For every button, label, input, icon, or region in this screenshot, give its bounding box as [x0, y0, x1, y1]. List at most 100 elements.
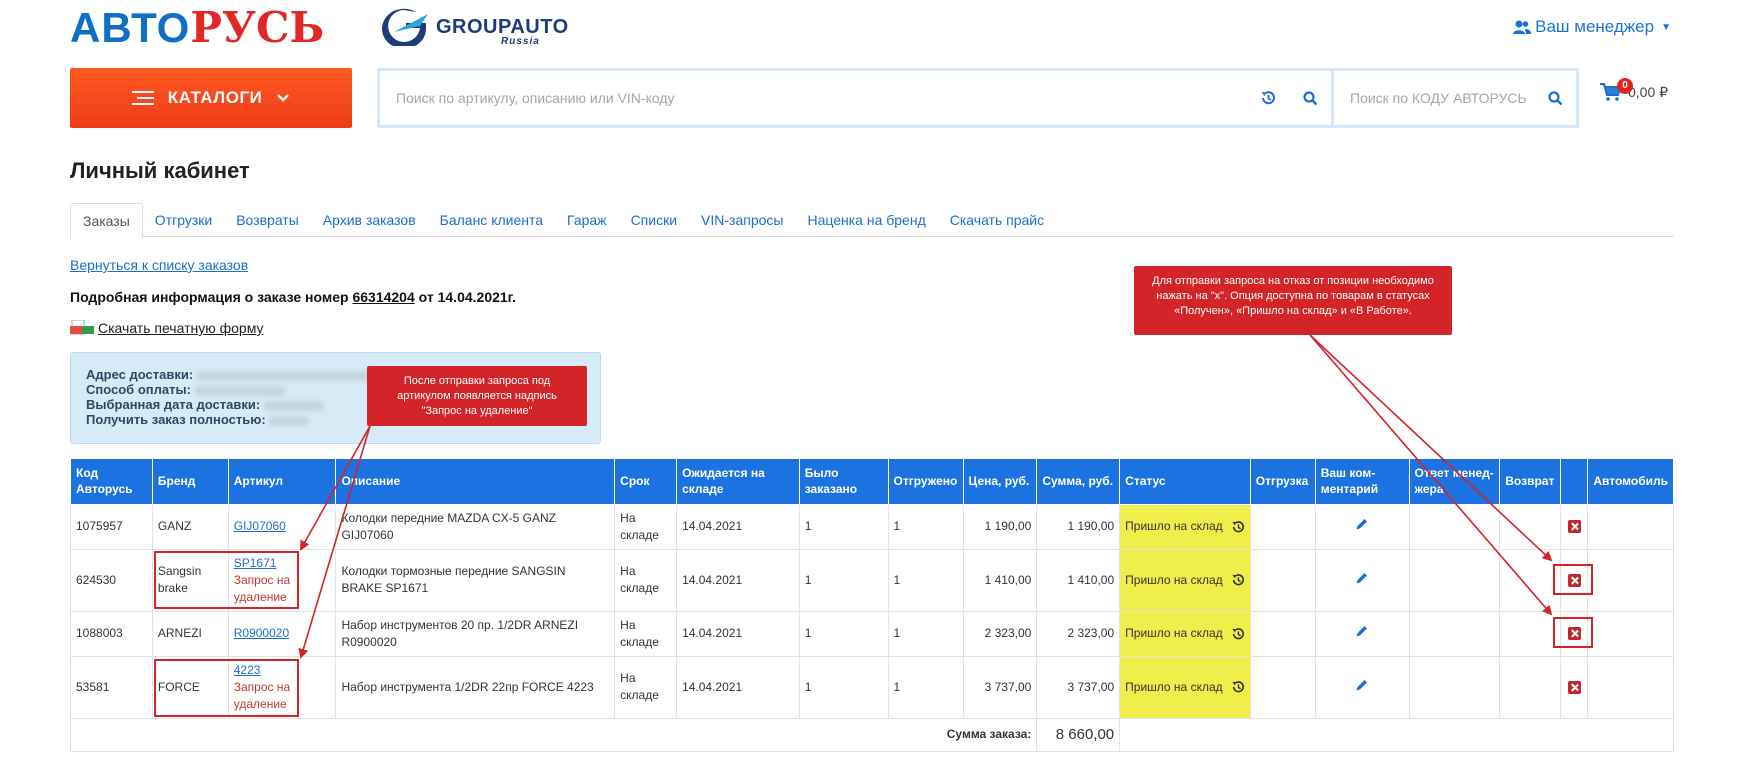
cell-code: 1075957 — [70, 503, 153, 550]
back-to-orders-link[interactable]: Вернуться к списку заказов — [70, 257, 248, 273]
code-search-input[interactable] — [1350, 90, 1534, 106]
history-icon — [1261, 91, 1275, 105]
caret-down-icon: ▼ — [1661, 21, 1671, 33]
cell-ordered: 1 — [798, 610, 889, 657]
cell-comment — [1314, 548, 1410, 612]
col-term[interactable]: Срок — [614, 459, 678, 505]
tab-shipments[interactable]: Отгрузки — [143, 203, 224, 237]
cell-article: GIJ07060 — [227, 503, 337, 550]
history-icon[interactable] — [1231, 520, 1245, 534]
cell-ordered: 1 — [798, 655, 889, 719]
delete-request-label: Запрос на удаление — [233, 572, 291, 604]
delete-icon[interactable] — [1567, 573, 1581, 587]
col-ordered[interactable]: Было заказано — [798, 459, 889, 505]
cell-code: 53581 — [70, 655, 153, 719]
tab-order-archive[interactable]: Архив заказов — [311, 203, 428, 237]
col-expected[interactable]: Ожидается на складе — [676, 459, 800, 505]
col-description[interactable]: Описание — [335, 459, 616, 505]
cell-price: 2 323,00 — [962, 610, 1038, 657]
search-button[interactable] — [1289, 90, 1331, 106]
table-row: 1088003 ARNEZI R0900020 Набор инструмент… — [70, 610, 1674, 657]
cart-total: 0,00 ₽ — [1628, 83, 1669, 100]
col-sum[interactable]: Сумма, руб. — [1036, 459, 1121, 505]
pencil-icon[interactable] — [1355, 624, 1369, 638]
cell-brand: Sangsin brake — [151, 548, 229, 612]
manager-menu[interactable]: Ваш менеджер ▼ — [1513, 17, 1671, 37]
print-form-link[interactable]: Скачать печатную форму — [70, 319, 263, 336]
code-search-button[interactable] — [1534, 90, 1576, 106]
cell-car — [1587, 655, 1674, 719]
total-row-filler — [1119, 717, 1674, 752]
chevron-down-icon — [277, 94, 290, 102]
tab-orders[interactable]: Заказы — [70, 203, 143, 238]
col-status[interactable]: Статус — [1119, 459, 1251, 505]
col-car[interactable]: Автомобиль — [1587, 459, 1674, 505]
col-comment[interactable]: Ваш ком-ментарий — [1314, 459, 1410, 505]
status-text: Пришло на склад — [1125, 572, 1223, 587]
table-header-row: Код Авторусь Бренд Артикул Описание Срок… — [70, 459, 1674, 505]
delete-icon[interactable] — [1567, 627, 1581, 641]
col-code[interactable]: Код Авторусь — [70, 459, 153, 505]
cell-sum: 3 737,00 — [1036, 655, 1121, 719]
article-link[interactable]: 4223 — [234, 663, 261, 677]
article-link[interactable]: SP1671 — [234, 556, 277, 570]
history-button[interactable] — [1247, 90, 1289, 106]
search-input[interactable] — [396, 90, 1247, 106]
cell-delete — [1560, 503, 1589, 550]
cell-shipment — [1249, 610, 1316, 657]
history-icon[interactable] — [1231, 627, 1245, 641]
cell-description: Колодки передние MAZDA CX-5 GANZ GIJ0706… — [335, 503, 616, 550]
col-price[interactable]: Цена, руб. — [962, 459, 1038, 505]
article-link[interactable]: GIJ07060 — [234, 519, 286, 533]
payment-label: Способ оплаты: — [86, 382, 191, 397]
cart[interactable]: 0 0,00 ₽ — [1600, 78, 1669, 101]
col-brand[interactable]: Бренд — [151, 459, 229, 505]
order-heading-prefix: Подробная информация о заказе номер — [70, 289, 349, 305]
status-text: Пришло на склад — [1125, 626, 1223, 640]
cell-code: 1088003 — [70, 610, 153, 657]
cell-description: Набор инструмента 1/2DR 22пр FORCE 4223 — [335, 655, 616, 719]
tab-download-price[interactable]: Скачать прайс — [938, 203, 1056, 237]
history-icon[interactable] — [1231, 680, 1245, 694]
cart-icon-wrap: 0 — [1600, 78, 1633, 101]
cell-expected: 14.04.2021 — [676, 655, 800, 719]
pencil-icon[interactable] — [1355, 517, 1369, 531]
cell-comment — [1314, 503, 1410, 550]
tab-client-balance[interactable]: Баланс клиента — [428, 203, 555, 237]
order-number[interactable]: 66314204 — [352, 289, 414, 305]
history-icon[interactable] — [1231, 573, 1245, 587]
pencil-icon[interactable] — [1355, 571, 1369, 585]
tab-brand-markup[interactable]: Наценка на бренд — [795, 203, 937, 237]
col-shipment[interactable]: Отгрузка — [1249, 459, 1316, 505]
col-manager-reply[interactable]: Ответ менед-жера — [1408, 459, 1501, 505]
tab-returns[interactable]: Возвраты — [224, 203, 311, 237]
groupauto-g-icon — [382, 8, 428, 46]
cell-car — [1587, 503, 1674, 550]
cell-status: Пришло на склад — [1119, 610, 1251, 657]
order-total-value: 8 660,00 — [1036, 717, 1121, 752]
cell-sum: 1 190,00 — [1036, 503, 1121, 550]
cell-brand: FORCE — [151, 655, 229, 719]
catalogs-button[interactable]: КАТАЛОГИ — [70, 68, 352, 128]
redacted-value — [194, 385, 285, 396]
cell-return — [1499, 503, 1562, 550]
col-shipped[interactable]: Отгружено — [887, 459, 964, 505]
cell-shipment — [1249, 655, 1316, 719]
callout-delete-request: После отправки запроса под артикулом поя… — [367, 366, 587, 426]
status-text: Пришло на склад — [1125, 679, 1223, 694]
cell-return — [1499, 548, 1562, 612]
avtorus-logo[interactable]: АВТОРУСЬ — [70, 6, 324, 50]
col-return[interactable]: Возврат — [1499, 459, 1562, 505]
delete-icon[interactable] — [1567, 520, 1581, 534]
col-article[interactable]: Артикул — [227, 459, 337, 505]
delete-icon[interactable] — [1567, 680, 1581, 694]
tab-vin-requests[interactable]: VIN-запросы — [689, 203, 795, 237]
callout-refuse-position: Для отправки запроса на отказ от позиции… — [1134, 266, 1452, 335]
pencil-icon[interactable] — [1355, 678, 1369, 692]
redacted-value — [269, 415, 310, 426]
search-icon — [1547, 90, 1562, 105]
article-link[interactable]: R0900020 — [234, 626, 289, 640]
total-row: Сумма заказа: 8 660,00 — [69, 717, 1674, 752]
tab-garage[interactable]: Гараж — [555, 203, 619, 237]
tab-lists[interactable]: Списки — [619, 203, 689, 237]
